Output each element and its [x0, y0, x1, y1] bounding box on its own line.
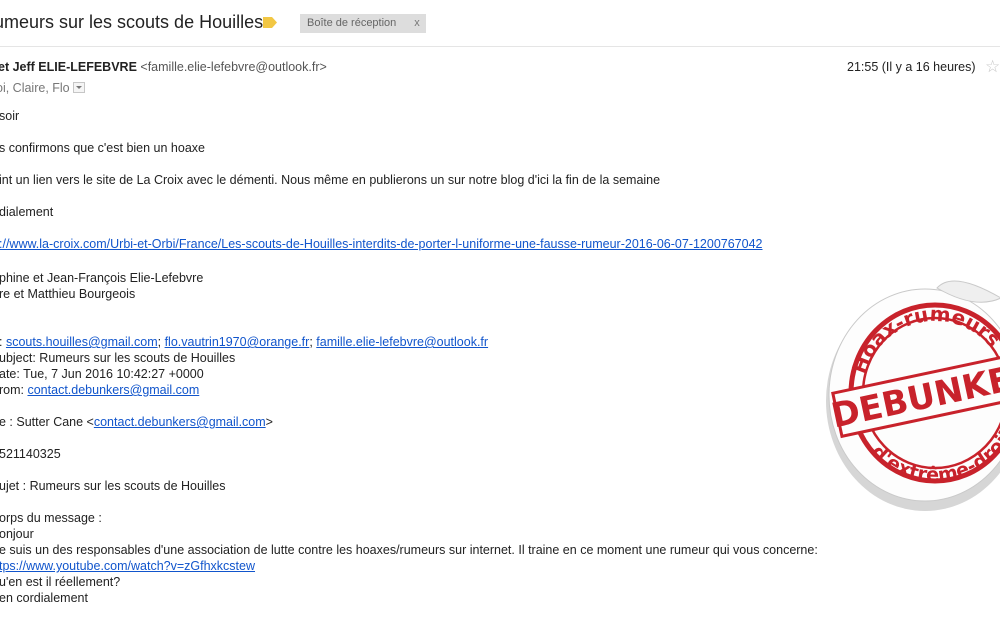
debunked-stamp: Hoax-rumeurs d'extrême-droite DEBUNKED [826, 280, 1000, 511]
quoted-name-suffix: > [265, 415, 273, 429]
chevron-down-icon[interactable] [72, 82, 85, 94]
quoted-subject: ubject: Rumeurs sur les scouts de Houill… [0, 351, 236, 365]
quoted-closing: en cordialement [0, 591, 88, 605]
body-greeting: soir [0, 109, 20, 123]
la-croix-link[interactable]: ://www.la-croix.com/Urbi-et-Orbi/France/… [0, 237, 763, 251]
recipients: oi, Claire, Flo [0, 81, 85, 95]
quoted-to-line: : scouts.houilles@gmail.com; flo.vautrin… [0, 335, 488, 349]
email-subject: umeurs sur les scouts de Houilles [0, 12, 264, 32]
quoted-from-label: rom: [0, 383, 24, 397]
sender: et Jeff ELIE-LEFEBVRE <famille.elie-lefe… [0, 60, 327, 74]
inbox-label-text: Boîte de réception [307, 17, 397, 29]
quoted-sujet: ujet : Rumeurs sur les scouts de Houille… [0, 479, 226, 493]
separator: ; [309, 335, 313, 349]
sender-email: <famille.elie-lefebvre@outlook.fr> [140, 60, 327, 74]
inbox-label-chip[interactable]: Boîte de réception x [300, 14, 426, 33]
body-paragraph-3: dialement [0, 205, 54, 219]
quoted-from-line: rom: contact.debunkers@gmail.com [0, 383, 199, 397]
quoted-bonjour: onjour [0, 527, 34, 541]
email-date: 21:55 (Il y a 16 heures) [847, 60, 976, 74]
label-tag-icon[interactable] [263, 17, 277, 28]
remove-label-button[interactable]: x [414, 17, 420, 29]
recipients-list: oi, Claire, Flo [0, 81, 70, 95]
to-email-3[interactable]: famille.elie-lefebvre@outlook.fr [316, 335, 488, 349]
youtube-link[interactable]: tps://www.youtube.com/watch?v=zGfhxkcste… [0, 559, 255, 573]
body-paragraph-1: s confirmons que c'est bien un hoaxe [0, 141, 205, 155]
name-email[interactable]: contact.debunkers@gmail.com [94, 415, 266, 429]
signature-line-1: phine et Jean-François Elie-Lefebvre [0, 271, 204, 285]
to-email-2[interactable]: flo.vautrin1970@orange.fr [165, 335, 310, 349]
subject-bar: umeurs sur les scouts de Houilles Boîte … [0, 0, 1000, 47]
quoted-number: 521140325 [0, 447, 61, 461]
quoted-question: u'en est il réellement? [0, 575, 121, 589]
body-paragraph-2: int un lien vers le site de La Croix ave… [0, 173, 661, 187]
signature-line-2: re et Matthieu Bourgeois [0, 287, 136, 301]
separator: ; [157, 335, 162, 349]
quoted-to-label: : [0, 335, 2, 349]
quoted-date: ate: Tue, 7 Jun 2016 10:42:27 +0000 [0, 367, 204, 381]
to-email-1[interactable]: scouts.houilles@gmail.com [6, 335, 158, 349]
quoted-name-line: e : Sutter Cane <contact.debunkers@gmail… [0, 415, 273, 429]
quoted-name-label: e : Sutter Cane < [0, 415, 94, 429]
from-email[interactable]: contact.debunkers@gmail.com [27, 383, 199, 397]
sender-name[interactable]: et Jeff ELIE-LEFEBVRE [0, 60, 137, 74]
quoted-corps: orps du message : [0, 511, 102, 525]
quoted-message: e suis un des responsables d'une associa… [0, 543, 818, 557]
star-icon[interactable]: ☆ [985, 57, 1000, 77]
